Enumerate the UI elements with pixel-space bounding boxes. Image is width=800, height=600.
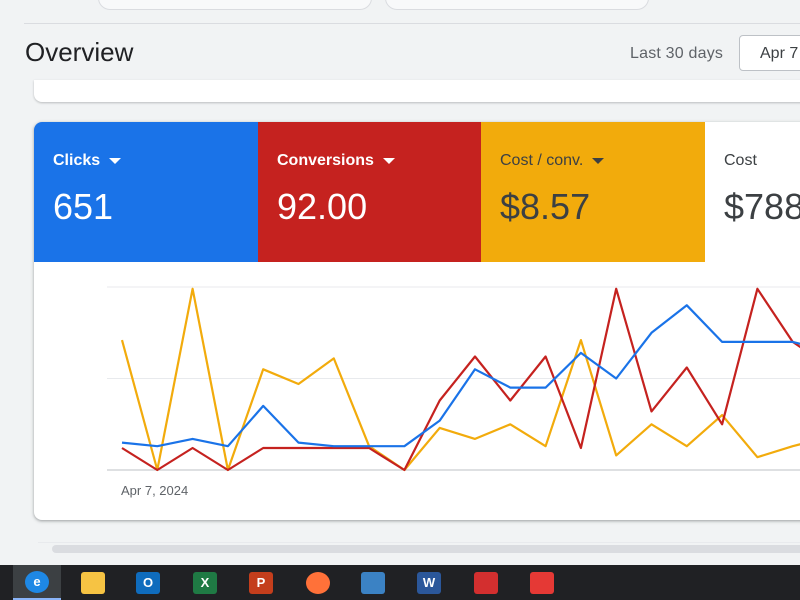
taskbar-button-outlook[interactable]: O [124, 565, 172, 600]
taskbar-button-window-app[interactable] [349, 565, 397, 600]
taskbar-button-word[interactable]: W [405, 565, 453, 600]
metric-cost[interactable]: Cost $788 [705, 122, 800, 262]
previous-card-bottom [34, 80, 800, 102]
metric-conversions[interactable]: Conversions 92.00 [258, 122, 481, 262]
outlook-icon: O [136, 571, 160, 594]
pdf-icon [530, 571, 554, 594]
caret-down-icon[interactable] [109, 158, 122, 164]
date-range-label: Last 30 days [630, 45, 724, 62]
top-search-pill[interactable] [98, 0, 372, 10]
metric-clicks-label-row: Clicks [53, 152, 258, 170]
metric-cost-label: Cost [724, 152, 757, 169]
metric-cost-label-row: Cost [724, 152, 800, 170]
windows-taskbar: eOXPW [0, 565, 800, 600]
taskbar-button-sync-app[interactable] [462, 565, 510, 600]
horizontal-scrollbar[interactable] [38, 542, 800, 555]
edge-icon: e [25, 570, 49, 593]
date-range-button[interactable]: Apr 7 [739, 35, 800, 71]
metric-cost-per-conv-label-row: Cost / conv. [500, 152, 705, 170]
taskbar-button-excel[interactable]: X [181, 565, 229, 600]
metric-cost-value: $788 [724, 186, 800, 227]
excel-icon: X [193, 571, 217, 594]
sync-app-icon [474, 571, 498, 594]
metric-cost-per-conv[interactable]: Cost / conv. $8.57 [481, 122, 705, 262]
caret-down-icon[interactable] [382, 158, 395, 164]
header-divider [24, 23, 800, 24]
window-app-icon [361, 571, 385, 594]
metric-cost-per-conv-value: $8.57 [500, 186, 591, 227]
file-explorer-icon [81, 571, 105, 594]
series-line-clicks[interactable] [121, 304, 800, 448]
page-title: Overview [25, 37, 134, 67]
top-filter-pill[interactable] [385, 0, 649, 10]
word-icon: W [417, 571, 441, 594]
metric-conversions-label: Conversions [277, 152, 374, 169]
caret-down-icon[interactable] [592, 158, 605, 164]
performance-line-chart [107, 286, 800, 472]
performance-card: Clicks 651 Conversions 92.00 Cost / conv… [34, 122, 800, 520]
firefox-icon [306, 571, 330, 594]
powerpoint-icon: P [249, 571, 273, 594]
metric-conversions-value: 92.00 [277, 186, 368, 227]
taskbar-button-powerpoint[interactable]: P [237, 565, 285, 600]
metric-cost-per-conv-label: Cost / conv. [500, 152, 584, 169]
taskbar-button-file-explorer[interactable] [69, 565, 117, 600]
top-bar [0, 0, 800, 24]
metric-clicks-label: Clicks [53, 152, 101, 169]
metric-clicks[interactable]: Clicks 651 [34, 122, 258, 262]
taskbar-button-pdf[interactable] [518, 565, 566, 600]
x-axis-start-label: Apr 7, 2024 [121, 483, 189, 498]
taskbar-button-edge[interactable]: e [13, 565, 61, 600]
metric-conversions-label-row: Conversions [277, 152, 481, 170]
metric-clicks-value: 651 [53, 186, 114, 227]
scrollbar-thumb[interactable] [52, 545, 800, 553]
taskbar-button-firefox[interactable] [294, 565, 342, 600]
